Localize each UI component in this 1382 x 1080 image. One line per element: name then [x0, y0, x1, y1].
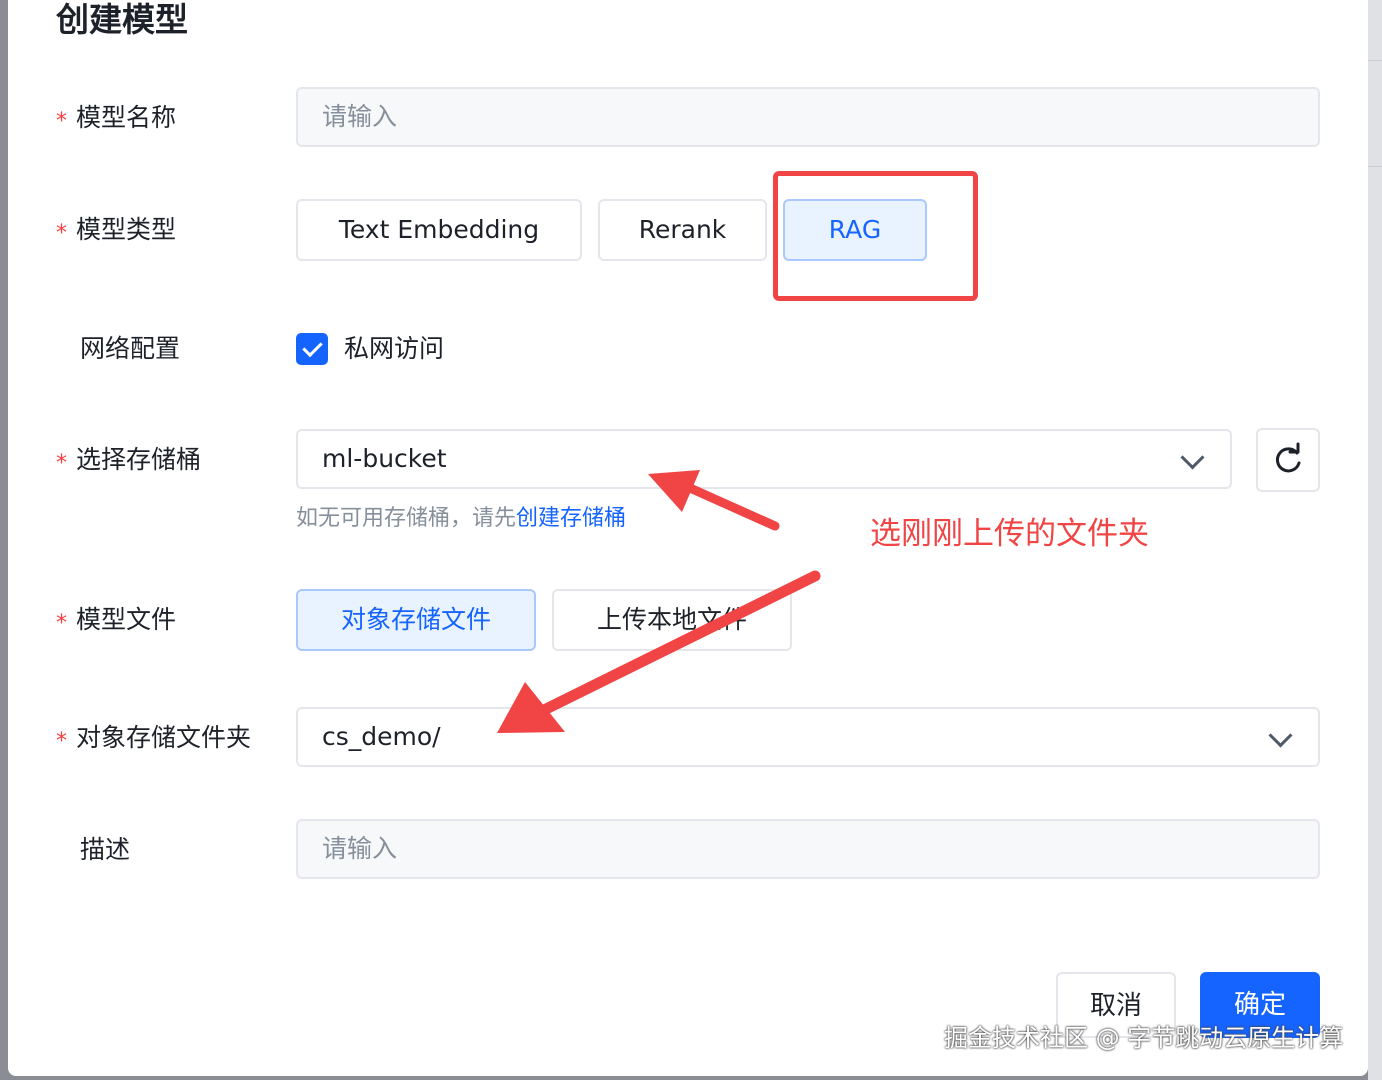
- annotation-arrows: [497, 470, 821, 733]
- annotation-text: 选刚刚上传的文件夹: [870, 516, 1149, 552]
- watermark: 掘金技术社区 @ 字节跳动云原生计算: [944, 1024, 1344, 1052]
- annotation-arrow-icon: [648, 470, 780, 531]
- annotation-arrow-icon: [497, 570, 821, 733]
